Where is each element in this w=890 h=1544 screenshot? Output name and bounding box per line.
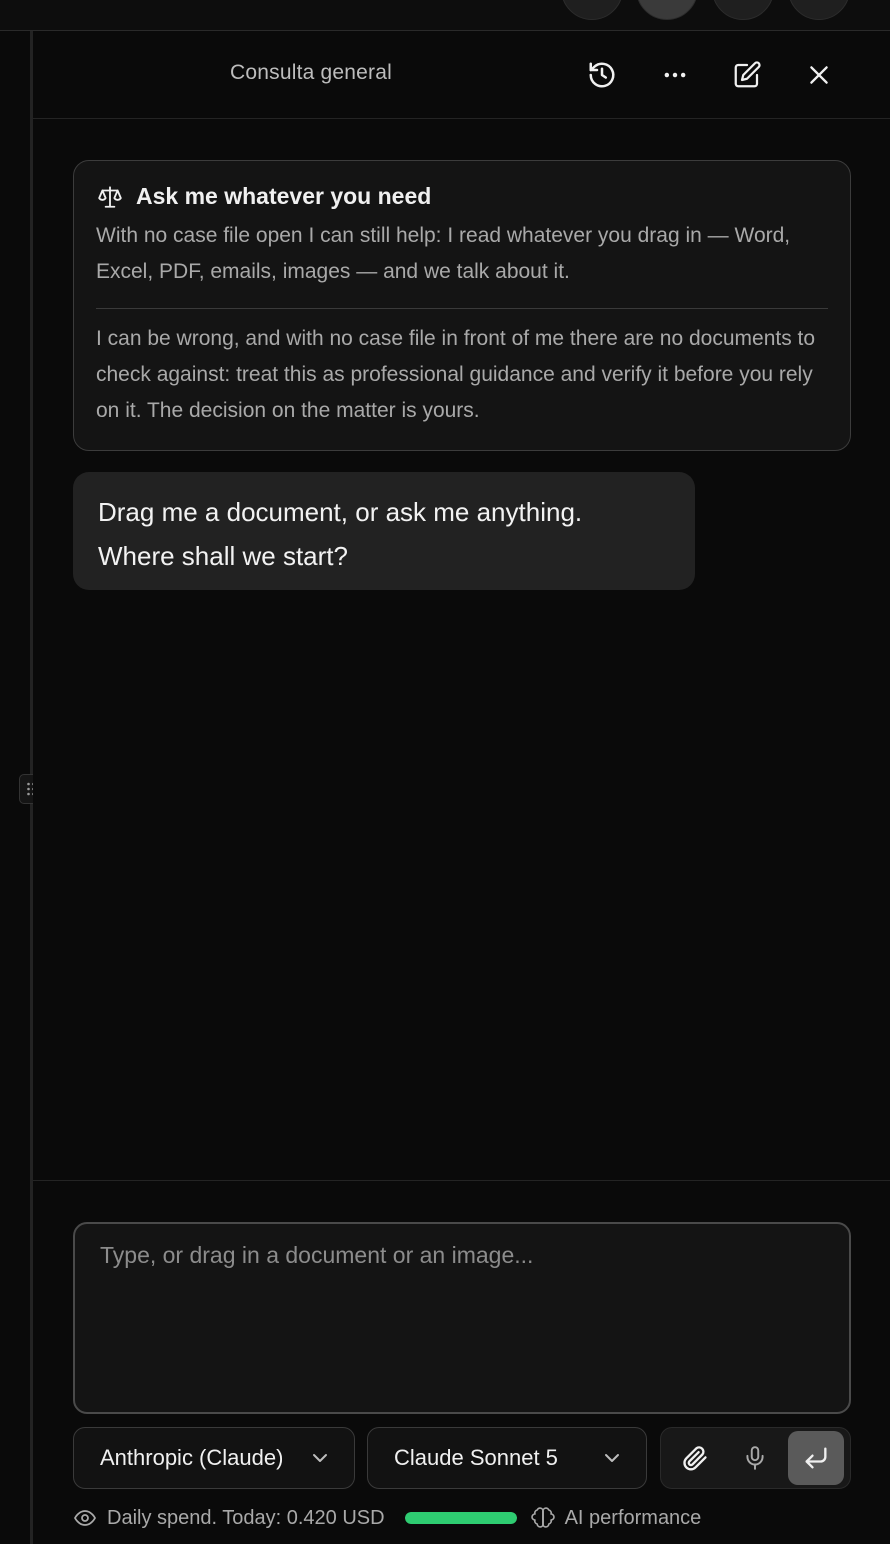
toolbar-button[interactable] <box>788 0 850 20</box>
history-button[interactable] <box>580 53 624 97</box>
provider-select-value: Anthropic (Claude) <box>100 1445 282 1470</box>
panel-title: Consulta general <box>230 61 392 84</box>
close-button[interactable] <box>797 53 841 97</box>
chat-panel: Consulta general Ask me whatever you nee… <box>33 31 890 1544</box>
chevron-down-icon <box>605 1454 619 1462</box>
disclaimer-text: I can be wrong, and with no case file in… <box>96 327 816 422</box>
assistant-message: Drag me a document, or ask me anything. … <box>73 472 695 590</box>
brain-icon <box>530 1507 555 1528</box>
eye-icon <box>74 1510 96 1526</box>
message-input[interactable] <box>75 1224 849 1412</box>
microphone-icon <box>746 1446 764 1470</box>
model-select-value: Claude Sonnet 5 <box>394 1445 558 1470</box>
send-button[interactable] <box>788 1431 844 1485</box>
intro-header: Ask me whatever you need <box>96 183 828 210</box>
chevron-down-icon <box>313 1454 327 1462</box>
daily-spend-text: Daily spend. Today: 0.420 USD <box>107 1506 385 1529</box>
intro-title: Ask me whatever you need <box>136 183 432 209</box>
toolbar-button[interactable] <box>712 0 774 20</box>
more-options-button[interactable] <box>653 53 697 97</box>
new-chat-button[interactable] <box>725 53 769 97</box>
spend-meter-fill <box>404 1512 517 1524</box>
ai-performance-link[interactable]: AI performance <box>565 1507 702 1530</box>
divider <box>96 308 828 309</box>
intro-text: With no case file open I can still help:… <box>96 224 791 283</box>
paperclip-icon <box>683 1446 707 1471</box>
toolbar-button[interactable] <box>561 0 623 20</box>
intro-card: Ask me whatever you need With no case fi… <box>73 160 851 451</box>
message-line: Drag me a document, or ask me anything. <box>98 497 583 527</box>
panel-header: Consulta general <box>33 31 890 119</box>
more-icon <box>664 72 686 78</box>
usage-footer: Daily spend. Today: 0.420 USD AI perform… <box>73 1503 701 1533</box>
history-icon <box>589 62 615 88</box>
edit-icon <box>734 61 761 88</box>
top-toolbar <box>0 0 890 31</box>
attach-button[interactable] <box>667 1431 723 1485</box>
divider <box>33 1180 890 1181</box>
message-line: Where shall we start? <box>98 541 348 571</box>
spend-meter <box>404 1512 517 1524</box>
message-composer <box>73 1222 851 1414</box>
scale-icon <box>98 185 122 208</box>
model-select[interactable]: Claude Sonnet 5 <box>367 1427 647 1489</box>
enter-icon <box>805 1447 827 1469</box>
composer-actions <box>660 1427 851 1489</box>
provider-select[interactable]: Anthropic (Claude) <box>73 1427 355 1489</box>
voice-input-button[interactable] <box>727 1431 783 1485</box>
toolbar-button-active[interactable] <box>636 0 698 20</box>
close-icon <box>810 66 828 84</box>
